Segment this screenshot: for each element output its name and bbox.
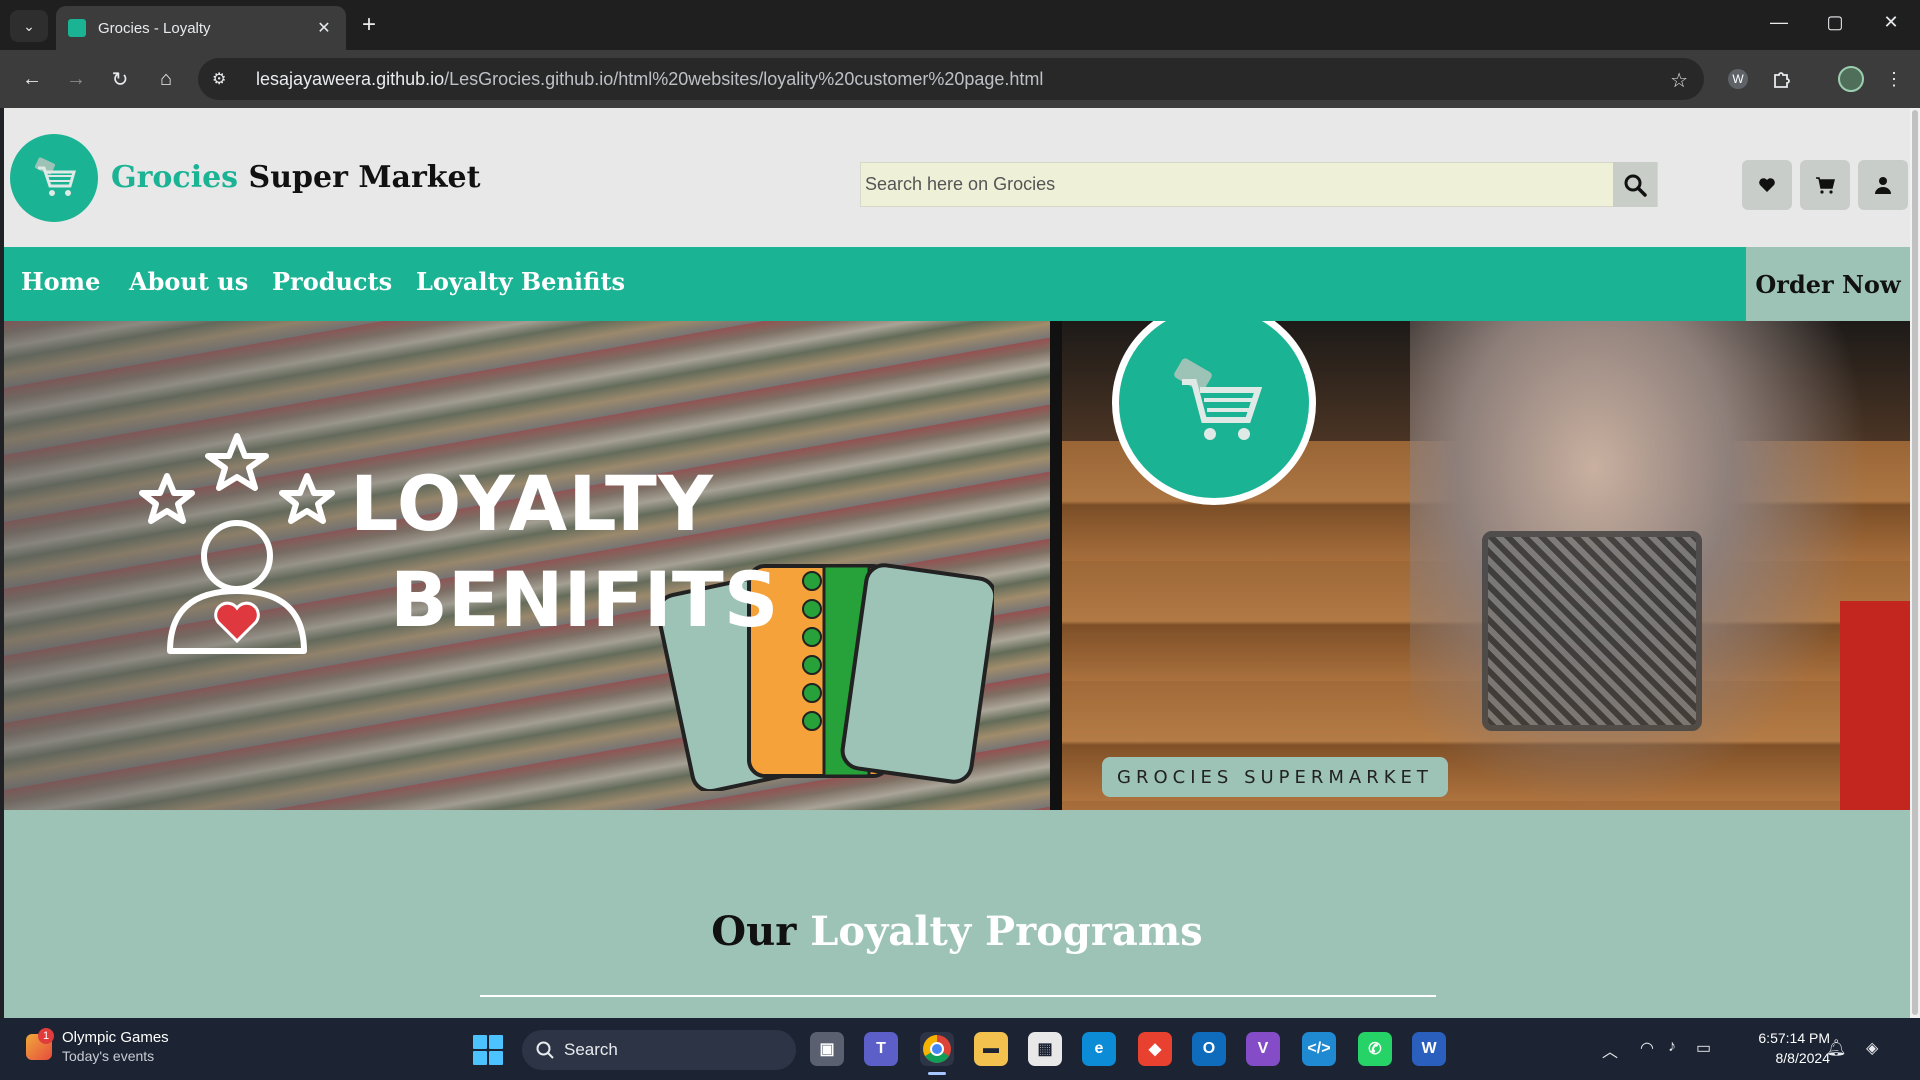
search-button[interactable] (1613, 162, 1657, 207)
puzzle-icon[interactable] (1768, 65, 1796, 93)
app-red-diamond-icon[interactable]: ◆ (1138, 1032, 1172, 1066)
close-window-icon[interactable]: ✕ (1876, 12, 1906, 33)
volume-icon[interactable]: ♪ (1668, 1038, 1676, 1056)
clock-time: 6:57:14 PM (1758, 1030, 1830, 1046)
address-bar[interactable]: ⚙ lesajayaweera.github.io/LesGrocies.git… (198, 58, 1704, 100)
task-view-icon[interactable]: ▣ (810, 1032, 844, 1066)
site-search (860, 162, 1658, 207)
windows-taskbar: 1 Olympic Games Today's events Search ▣ … (0, 1018, 1920, 1080)
hero-cart-badge-icon (1112, 321, 1316, 505)
edge-icon[interactable]: e (1082, 1032, 1116, 1066)
browser-tab[interactable]: Grocies - Loyalty ✕ (56, 6, 346, 50)
url-text: lesajayaweera.github.io/LesGrocies.githu… (256, 69, 1043, 90)
site-header: Grocies Super Market (4, 108, 1910, 247)
loyalty-user-stars-icon (132, 421, 342, 666)
cart-icon (1816, 177, 1835, 194)
star-icon[interactable]: ☆ (1670, 68, 1688, 93)
site-info-icon[interactable]: ⚙ (212, 69, 242, 89)
nav-about-us[interactable]: About us (129, 267, 248, 296)
minimize-icon[interactable]: — (1764, 12, 1794, 33)
brand-name: Grocies Super Market (111, 160, 481, 195)
microsoft-store-icon[interactable]: ▦ (1028, 1032, 1062, 1066)
widget-text: Olympic Games Today's events (62, 1028, 169, 1066)
url-host: lesajayaweera.github.io (256, 68, 445, 89)
chrome-active-indicator (928, 1072, 946, 1075)
section-title: Our Loyalty Programs (4, 908, 1910, 955)
copilot-icon[interactable]: ◈ (1866, 1038, 1878, 1058)
plus-icon[interactable]: + (356, 11, 382, 38)
browser-tab-bar: ⌄ Grocies - Loyalty ✕ + — ▢ ✕ (0, 0, 1920, 50)
profile-avatar[interactable] (1838, 66, 1864, 92)
vscode-icon[interactable]: </> (1302, 1032, 1336, 1066)
web-page: Grocies Super Market Home About us Produ… (4, 108, 1910, 1018)
forward-icon[interactable]: → (62, 65, 90, 93)
widget-subtitle: Today's events (62, 1048, 155, 1064)
widget-badge: 1 (38, 1028, 54, 1044)
chrome-icon[interactable] (920, 1032, 954, 1066)
system-clock[interactable]: 6:57:14 PM 8/8/2024 (1726, 1028, 1830, 1068)
outlook-icon[interactable]: O (1192, 1032, 1226, 1066)
hero-family-image: GROCIES SUPERMARKET (1062, 321, 1910, 810)
section-title-light: Loyalty Programs (810, 908, 1203, 955)
battery-icon[interactable]: ▭ (1696, 1038, 1711, 1058)
tab-title: Grocies - Loyalty (98, 19, 211, 37)
hero-banner: LOYALTY BENIFITS GROCIES SUPERMARKET (4, 321, 1910, 810)
order-now-button[interactable]: Order Now (1746, 247, 1910, 321)
user-icon (1875, 177, 1891, 194)
reload-icon[interactable]: ↻ (106, 65, 134, 93)
whatsapp-icon[interactable]: ✆ (1358, 1032, 1392, 1066)
more-vert-icon[interactable]: ⋮ (1880, 65, 1908, 93)
hero-title-line1: LOYALTY (350, 459, 714, 548)
search-icon (536, 1041, 554, 1059)
file-explorer-icon[interactable]: ▬ (974, 1032, 1008, 1066)
url-path: /LesGrocies.github.io/html%20websites/lo… (444, 68, 1044, 89)
clock-date: 8/8/2024 (1775, 1050, 1831, 1066)
browser-toolbar: ← → ↻ ⌂ ⚙ lesajayaweera.github.io/LesGro… (0, 50, 1920, 108)
extension-w-icon[interactable]: W (1724, 65, 1752, 93)
notification-bell-icon[interactable]: 🔔︎ (1826, 1038, 1846, 1058)
hero-shopping-cart (1482, 531, 1702, 731)
close-icon[interactable]: ✕ (314, 18, 334, 38)
section-divider (480, 995, 1436, 997)
hero-supermarket-label: GROCIES SUPERMARKET (1102, 757, 1448, 797)
wifi-icon[interactable]: ◠ (1640, 1038, 1654, 1058)
wishlist-button[interactable] (1742, 160, 1792, 210)
hero-title-line2: BENIFITS (390, 555, 779, 644)
widgets-button[interactable]: 1 Olympic Games Today's events (26, 1028, 169, 1066)
widget-title: Olympic Games (62, 1029, 169, 1046)
word-icon[interactable]: W (1412, 1032, 1446, 1066)
back-icon[interactable]: ← (18, 65, 46, 93)
maximize-icon[interactable]: ▢ (1820, 12, 1850, 33)
nav-home[interactable]: Home (21, 267, 100, 296)
olympic-widget-icon: 1 (26, 1028, 54, 1060)
nav-products[interactable]: Products (272, 267, 392, 296)
tab-favicon-icon (68, 19, 86, 37)
taskbar-search[interactable]: Search (522, 1030, 796, 1070)
search-icon (1624, 174, 1647, 197)
brand-name-green: Grocies (111, 160, 239, 195)
windows-start-icon[interactable] (473, 1035, 503, 1065)
scrollbar-thumb[interactable] (1912, 110, 1918, 1015)
cart-logo-icon[interactable] (10, 134, 98, 222)
section-title-dark: Our (711, 908, 811, 955)
taskbar-search-label: Search (564, 1040, 618, 1059)
page-scrollbar[interactable] (1910, 108, 1920, 1018)
brand-name-dark: Super Market (238, 160, 481, 195)
home-icon[interactable]: ⌂ (152, 65, 180, 93)
chevron-up-icon[interactable]: ︿ (1602, 1038, 1618, 1062)
tab-list-icon[interactable]: ⌄ (10, 10, 48, 42)
teams-icon[interactable]: T (864, 1032, 898, 1066)
svg-text:W: W (1732, 72, 1744, 86)
heart-icon (1759, 178, 1775, 192)
site-nav: Home About us Products Loyalty Benifits … (4, 247, 1910, 321)
cart-button[interactable] (1800, 160, 1850, 210)
search-input[interactable] (861, 163, 1613, 206)
visual-studio-icon[interactable]: V (1246, 1032, 1280, 1066)
nav-loyalty-benifits[interactable]: Loyalty Benifits (416, 267, 625, 296)
hero-drinks-fridge (1840, 601, 1910, 810)
account-button[interactable] (1858, 160, 1908, 210)
hero-divider (1050, 321, 1062, 810)
